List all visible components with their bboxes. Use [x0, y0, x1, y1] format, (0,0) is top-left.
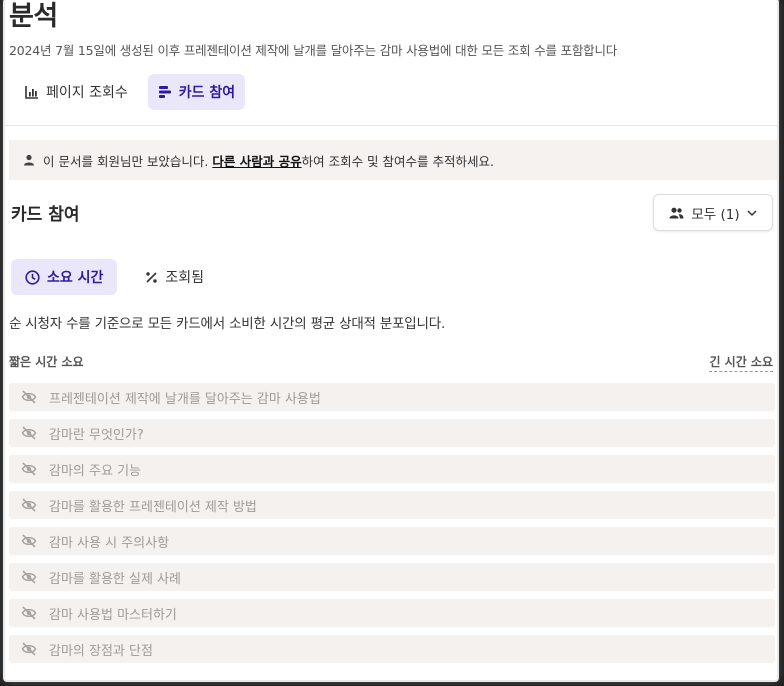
eye-off-icon — [21, 462, 37, 476]
tab-card-engagement-label: 카드 참여 — [178, 85, 236, 101]
page-subtitle: 2024년 7월 15일에 생성된 이후 프레젠테이션 제작에 날개를 달아주는… — [9, 43, 618, 58]
bar-chart-icon — [25, 86, 38, 99]
eye-off-icon — [21, 390, 37, 404]
card-row[interactable]: 감마 사용법 마스터하기 — [9, 599, 775, 627]
card-row[interactable]: 감마를 활용한 프레젠테이션 제작 방법 — [9, 491, 775, 519]
card-row[interactable]: 감마 사용 시 주의사항 — [9, 527, 775, 555]
page-title: 분석 — [9, 1, 58, 32]
analytics-panel: 분석 2024년 7월 15일에 생성된 이후 프레젠테이션 제작에 날개를 달… — [5, 0, 777, 680]
divider — [5, 125, 777, 126]
user-icon — [24, 154, 34, 166]
percent-icon — [146, 271, 158, 283]
card-engagement-icon — [158, 86, 171, 98]
card-title: 감마 사용 시 주의사항 — [49, 535, 170, 551]
axis-label-long[interactable]: 긴 시간 소요 — [709, 353, 773, 372]
filter-label: 모두 (1) — [691, 206, 740, 223]
tab-card-engagement[interactable]: 카드 참여 — [147, 74, 246, 110]
tab-bar: 페이지 조회수 카드 참여 — [15, 74, 246, 110]
card-row[interactable]: 감마란 무엇인가? — [9, 419, 775, 447]
section-title: 카드 참여 — [11, 205, 80, 225]
eye-off-icon — [21, 570, 37, 584]
users-icon — [669, 207, 684, 218]
chart-description: 순 시청자 수를 기준으로 모든 카드에서 소비한 시간의 평균 상대적 분포입… — [9, 316, 446, 332]
subtab-time-spent[interactable]: 소요 시간 — [11, 259, 118, 295]
card-row[interactable]: 프레젠테이션 제작에 날개를 달아주는 감마 사용법 — [9, 383, 775, 411]
card-row[interactable]: 감마의 장점과 단점 — [9, 635, 775, 663]
subtab-viewed-label: 조회됨 — [165, 270, 205, 286]
eye-off-icon — [21, 498, 37, 512]
share-link[interactable]: 다른 사람과 공유 — [212, 154, 301, 169]
card-list: 프레젠테이션 제작에 날개를 달아주는 감마 사용법 감마란 무엇인가? 감마의… — [9, 383, 775, 671]
tab-page-views-label: 페이지 조회수 — [46, 85, 128, 101]
card-row[interactable]: 감마의 주요 기능 — [9, 455, 775, 483]
card-title: 프레젠테이션 제작에 날개를 달아주는 감마 사용법 — [49, 391, 321, 407]
notice-suffix: 하여 조회수 및 참여수를 추적하세요. — [301, 153, 494, 169]
card-title: 감마의 주요 기능 — [49, 463, 141, 479]
share-notice: 이 문서를 회원님만 보았습니다. 다른 사람과 공유하여 조회수 및 참여수를… — [9, 140, 777, 180]
tab-page-views[interactable]: 페이지 조회수 — [15, 74, 138, 110]
clock-icon — [25, 269, 40, 285]
axis-label-short: 짧은 시간 소요 — [9, 355, 84, 369]
card-title: 감마 사용법 마스터하기 — [49, 607, 177, 623]
card-row[interactable]: 감마를 활용한 실제 사례 — [9, 563, 775, 591]
subtab-viewed[interactable]: 조회됨 — [131, 259, 218, 295]
notice-prefix: 이 문서를 회원님만 보았습니다. — [43, 153, 213, 169]
subtab-time-spent-label: 소요 시간 — [47, 270, 104, 286]
eye-off-icon — [21, 426, 37, 440]
eye-off-icon — [21, 606, 37, 620]
card-title: 감마를 활용한 프레젠테이션 제작 방법 — [49, 499, 257, 515]
eye-off-icon — [21, 642, 37, 656]
card-title: 감마란 무엇인가? — [49, 427, 144, 443]
chevron-down-icon — [747, 209, 757, 216]
eye-off-icon — [21, 534, 37, 548]
viewer-filter-dropdown[interactable]: 모두 (1) — [653, 194, 773, 231]
card-title: 감마의 장점과 단점 — [49, 643, 153, 659]
card-title: 감마를 활용한 실제 사례 — [49, 571, 181, 587]
metric-subtabs: 소요 시간 조회됨 — [11, 259, 218, 295]
